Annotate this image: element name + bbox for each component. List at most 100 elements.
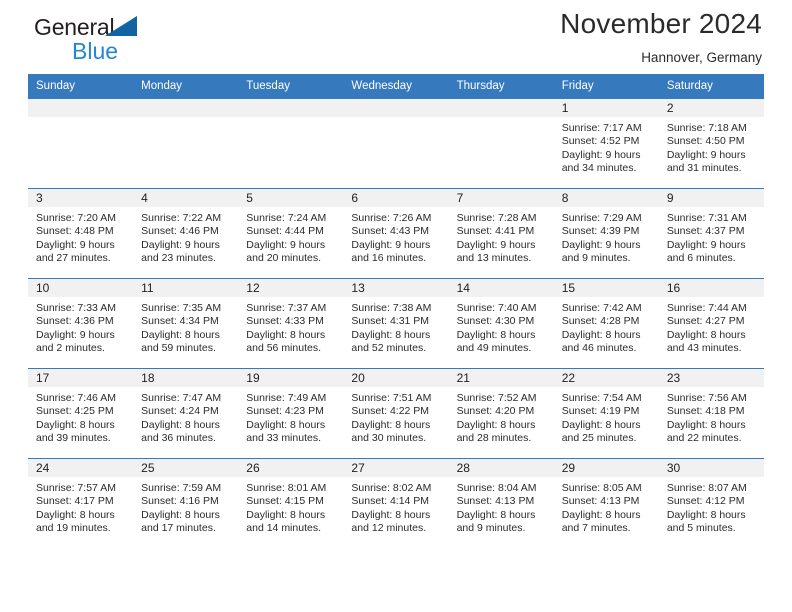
daylight-duration-line2: and 23 minutes. <box>141 252 216 265</box>
general-blue-logo[interactable]: General Blue <box>34 14 154 70</box>
sunrise-time: Sunrise: 7:57 AM <box>36 482 116 494</box>
logo-triangle-icon <box>105 16 137 36</box>
calendar-day-cell[interactable]: 19 Sunrise: 7:49 AM Sunset: 4:23 PM Dayligh… <box>238 368 344 458</box>
page-title: November 2024 <box>560 8 762 39</box>
day-cell-inner: 13 Sunrise: 7:38 AM Sunset: 4:31 PM Dayligh… <box>343 278 449 368</box>
calendar-day-cell[interactable]: 23 Sunrise: 7:56 AM Sunset: 4:18 PM Dayligh… <box>658 368 764 458</box>
day-number: 23 <box>658 368 764 387</box>
day-cell-inner: 26 Sunrise: 8:01 AM Sunset: 4:15 PM Dayligh… <box>238 458 344 548</box>
day-number: 22 <box>553 368 659 387</box>
calendar-day-cell[interactable]: 22 Sunrise: 7:54 AM Sunset: 4:19 PM Dayligh… <box>553 368 659 458</box>
day-cell-inner: 23 Sunrise: 7:56 AM Sunset: 4:18 PM Dayligh… <box>658 368 764 458</box>
daylight-duration-line1: Daylight: 9 hours <box>141 238 220 251</box>
day-cell-details: Sunrise: 7:46 AM Sunset: 4:25 PM Daylight:… <box>28 387 133 446</box>
day-cell-inner: 21 Sunrise: 7:52 AM Sunset: 4:20 PM Dayligh… <box>448 368 554 458</box>
calendar-day-cell[interactable]: 26 Sunrise: 8:01 AM Sunset: 4:15 PM Dayligh… <box>238 458 344 548</box>
calendar-day-cell[interactable]: 14 Sunrise: 7:40 AM Sunset: 4:30 PM Dayligh… <box>448 278 554 368</box>
calendar-day-cell[interactable]: 1 Sunrise: 7:17 AM Sunset: 4:52 PM Daylight… <box>553 98 659 188</box>
day-cell-inner: 10 Sunrise: 7:33 AM Sunset: 4:36 PM Dayligh… <box>28 278 134 368</box>
sunrise-time: Sunrise: 7:20 AM <box>36 212 116 224</box>
calendar-day-cell[interactable]: 29 Sunrise: 8:05 AM Sunset: 4:13 PM Dayligh… <box>553 458 659 548</box>
day-cell-inner: 18 Sunrise: 7:47 AM Sunset: 4:24 PM Dayligh… <box>133 368 239 458</box>
sunset-time: Sunset: 4:23 PM <box>246 405 324 418</box>
calendar-day-cell[interactable]: 9 Sunrise: 7:31 AM Sunset: 4:37 PM Daylight… <box>658 188 764 278</box>
day-cell-inner: 1 Sunrise: 7:17 AM Sunset: 4:52 PM Daylight… <box>553 98 659 188</box>
day-cell-details: Sunrise: 7:26 AM Sunset: 4:43 PM Daylight:… <box>343 207 448 266</box>
daylight-duration-line1: Daylight: 8 hours <box>351 328 431 341</box>
day-cell-details: Sunrise: 7:57 AM Sunset: 4:17 PM Daylight:… <box>28 477 133 536</box>
calendar-day-cell-empty <box>133 98 239 188</box>
calendar-day-cell[interactable]: 27 Sunrise: 8:02 AM Sunset: 4:14 PM Dayligh… <box>343 458 449 548</box>
daylight-duration-line1: Daylight: 8 hours <box>141 418 220 431</box>
calendar-day-cell[interactable]: 8 Sunrise: 7:29 AM Sunset: 4:39 PM Daylight… <box>553 188 659 278</box>
daylight-duration-line2: and 33 minutes. <box>246 432 321 445</box>
sunset-time: Sunset: 4:46 PM <box>141 225 219 238</box>
calendar-day-cell[interactable]: 6 Sunrise: 7:26 AM Sunset: 4:43 PM Daylight… <box>343 188 449 278</box>
sunrise-time: Sunrise: 7:44 AM <box>666 302 747 314</box>
calendar-day-cell[interactable]: 17 Sunrise: 7:46 AM Sunset: 4:25 PM Dayligh… <box>28 368 134 458</box>
daylight-duration-line1: Daylight: 8 hours <box>561 328 641 341</box>
daylight-duration-line2: and 9 minutes. <box>561 252 631 265</box>
calendar-day-cell[interactable]: 28 Sunrise: 8:04 AM Sunset: 4:13 PM Dayligh… <box>448 458 554 548</box>
day-cell-details: Sunrise: 8:04 AM Sunset: 4:13 PM Daylight:… <box>449 477 554 536</box>
daylight-duration-line2: and 34 minutes. <box>561 162 637 175</box>
sunset-time: Sunset: 4:34 PM <box>141 315 219 328</box>
day-number: 5 <box>238 188 344 207</box>
sunset-time: Sunset: 4:33 PM <box>246 315 324 328</box>
day-number: 2 <box>658 98 764 117</box>
day-cell-inner <box>133 98 239 188</box>
day-cell-inner <box>238 98 344 188</box>
daylight-duration-line2: and 59 minutes. <box>141 342 216 355</box>
sunset-time: Sunset: 4:20 PM <box>456 405 535 418</box>
calendar-day-cell[interactable]: 21 Sunrise: 7:52 AM Sunset: 4:20 PM Dayligh… <box>448 368 554 458</box>
calendar-day-cell[interactable]: 2 Sunrise: 7:18 AM Sunset: 4:50 PM Daylight… <box>658 98 764 188</box>
calendar-day-cell[interactable]: 10 Sunrise: 7:33 AM Sunset: 4:36 PM Dayligh… <box>28 278 134 368</box>
day-cell-inner: 24 Sunrise: 7:57 AM Sunset: 4:17 PM Dayligh… <box>28 458 134 548</box>
calendar-day-cell[interactable]: 18 Sunrise: 7:47 AM Sunset: 4:24 PM Dayligh… <box>133 368 239 458</box>
daylight-duration-line2: and 49 minutes. <box>456 342 532 355</box>
day-cell-inner: 25 Sunrise: 7:59 AM Sunset: 4:16 PM Dayligh… <box>133 458 239 548</box>
day-number <box>133 98 239 117</box>
calendar-day-cell-empty <box>343 98 449 188</box>
daylight-duration-line2: and 30 minutes. <box>351 432 427 445</box>
calendar-day-cell[interactable]: 25 Sunrise: 7:59 AM Sunset: 4:16 PM Dayligh… <box>133 458 239 548</box>
day-cell-inner: 11 Sunrise: 7:35 AM Sunset: 4:34 PM Dayligh… <box>133 278 239 368</box>
weekday-header-sunday: Sunday <box>28 74 134 98</box>
calendar-day-cell[interactable]: 24 Sunrise: 7:57 AM Sunset: 4:17 PM Dayligh… <box>28 458 134 548</box>
calendar-day-cell[interactable]: 4 Sunrise: 7:22 AM Sunset: 4:46 PM Daylight… <box>133 188 239 278</box>
calendar-day-cell[interactable]: 15 Sunrise: 7:42 AM Sunset: 4:28 PM Dayligh… <box>553 278 659 368</box>
sunset-time: Sunset: 4:13 PM <box>561 495 640 508</box>
sunset-time: Sunset: 4:24 PM <box>141 405 219 418</box>
calendar-day-cell[interactable]: 30 Sunrise: 8:07 AM Sunset: 4:12 PM Dayligh… <box>658 458 764 548</box>
day-cell-inner: 19 Sunrise: 7:49 AM Sunset: 4:23 PM Dayligh… <box>238 368 344 458</box>
calendar-day-cell[interactable]: 16 Sunrise: 7:44 AM Sunset: 4:27 PM Dayligh… <box>658 278 764 368</box>
daylight-duration-line1: Daylight: 8 hours <box>666 418 746 431</box>
sunrise-time: Sunrise: 7:59 AM <box>141 482 222 494</box>
daylight-duration-line2: and 7 minutes. <box>561 522 631 535</box>
calendar-day-cell[interactable]: 3 Sunrise: 7:20 AM Sunset: 4:48 PM Daylight… <box>28 188 134 278</box>
calendar-day-cell[interactable]: 13 Sunrise: 7:38 AM Sunset: 4:31 PM Dayligh… <box>343 278 449 368</box>
daylight-duration-line1: Daylight: 8 hours <box>36 418 115 431</box>
day-number: 10 <box>28 278 134 297</box>
day-number: 19 <box>238 368 344 387</box>
calendar-day-cell-empty <box>28 98 134 188</box>
calendar-day-cell[interactable]: 20 Sunrise: 7:51 AM Sunset: 4:22 PM Dayligh… <box>343 368 449 458</box>
logo-text-general: General <box>34 14 115 40</box>
day-cell-inner: 30 Sunrise: 8:07 AM Sunset: 4:12 PM Dayligh… <box>658 458 764 548</box>
calendar-day-cell[interactable]: 12 Sunrise: 7:37 AM Sunset: 4:33 PM Dayligh… <box>238 278 344 368</box>
daylight-duration-line2: and 9 minutes. <box>456 522 526 535</box>
sunrise-time: Sunrise: 7:31 AM <box>666 212 747 224</box>
day-cell-inner: 29 Sunrise: 8:05 AM Sunset: 4:13 PM Dayligh… <box>553 458 659 548</box>
calendar-day-cell[interactable]: 11 Sunrise: 7:35 AM Sunset: 4:34 PM Dayligh… <box>133 278 239 368</box>
weekday-header-thursday: Thursday <box>448 74 554 98</box>
calendar-day-cell[interactable]: 7 Sunrise: 7:28 AM Sunset: 4:41 PM Daylight… <box>448 188 554 278</box>
day-cell-inner: 6 Sunrise: 7:26 AM Sunset: 4:43 PM Daylight… <box>343 188 449 278</box>
daylight-duration-line1: Daylight: 8 hours <box>561 418 641 431</box>
weekday-header-wednesday: Wednesday <box>343 74 449 98</box>
day-number: 6 <box>343 188 449 207</box>
sunset-time: Sunset: 4:44 PM <box>246 225 324 238</box>
calendar-day-cell[interactable]: 5 Sunrise: 7:24 AM Sunset: 4:44 PM Daylight… <box>238 188 344 278</box>
day-cell-details: Sunrise: 7:49 AM Sunset: 4:23 PM Daylight:… <box>238 387 343 446</box>
sunset-time: Sunset: 4:41 PM <box>456 225 535 238</box>
logo-text-blue: Blue <box>72 38 119 64</box>
